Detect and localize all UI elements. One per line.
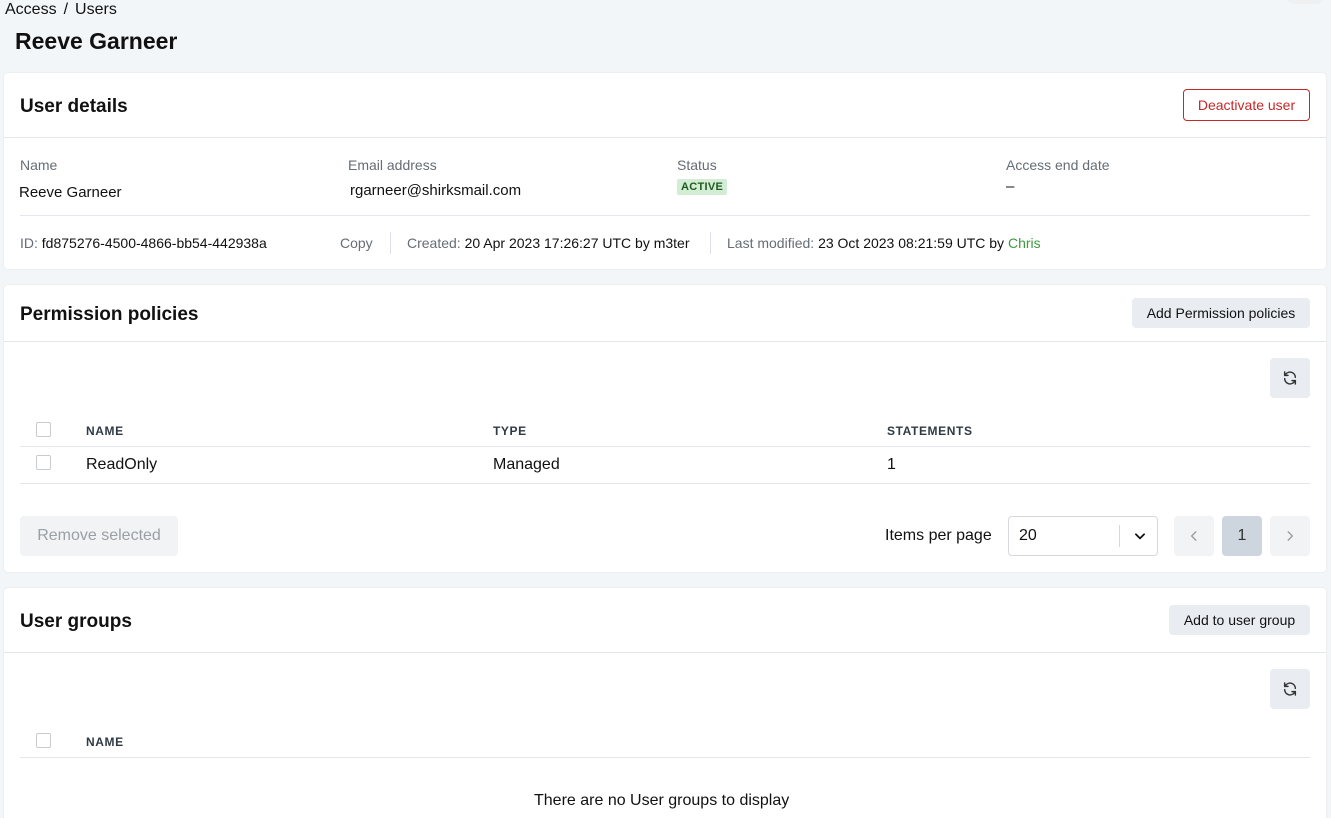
groups-header-divider xyxy=(20,757,1310,758)
modified-by-link[interactable]: Chris xyxy=(1008,235,1041,251)
previous-page-button[interactable] xyxy=(1174,516,1214,556)
policy-statements: 1 xyxy=(887,456,896,473)
policy-name-link[interactable]: ReadOnly xyxy=(86,456,157,474)
breadcrumb-current[interactable]: Users xyxy=(75,1,117,18)
meta-divider-1 xyxy=(390,232,391,254)
name-value: Reeve Garneer xyxy=(19,184,122,201)
user-id-value: fd875276-4500-4866-bb54-442938a xyxy=(41,235,267,251)
user-groups-card: User groups Add to user group NAME There… xyxy=(4,588,1326,818)
select-all-policies-checkbox[interactable] xyxy=(36,422,51,437)
current-page-button[interactable]: 1 xyxy=(1222,516,1262,556)
refresh-icon xyxy=(1283,371,1297,385)
chevron-left-icon xyxy=(1190,531,1197,541)
user-id: ID: fd875276-4500-4866-bb54-442938a xyxy=(20,235,267,251)
breadcrumb-separator: / xyxy=(63,1,69,18)
user-id-label: ID: xyxy=(20,235,38,251)
user-groups-header: User groups Add to user group xyxy=(4,588,1326,653)
access-end-date-value: – xyxy=(1006,178,1015,195)
top-corner-control xyxy=(1287,0,1323,4)
modified-label: Last modified: xyxy=(727,235,815,251)
items-per-page-label: Items per page xyxy=(885,527,992,544)
column-header-group-name[interactable]: NAME xyxy=(86,735,124,749)
items-per-page-select[interactable]: 20 xyxy=(1008,516,1158,556)
permission-policies-card: Permission policies Add Permission polic… xyxy=(4,285,1326,572)
user-details-header: User details Deactivate user xyxy=(4,73,1326,138)
user-details-card: User details Deactivate user Name Reeve … xyxy=(4,73,1326,269)
column-header-type[interactable]: TYPE xyxy=(493,424,527,438)
refresh-icon xyxy=(1283,682,1297,696)
user-groups-title: User groups xyxy=(20,611,132,632)
page-title: Reeve Garneer xyxy=(15,28,178,54)
deactivate-user-button[interactable]: Deactivate user xyxy=(1183,89,1310,121)
user-details-title: User details xyxy=(20,96,128,117)
permission-policies-header: Permission policies Add Permission polic… xyxy=(4,285,1326,342)
copy-id-button[interactable]: Copy xyxy=(340,235,373,251)
chevron-right-icon xyxy=(1287,531,1294,541)
policies-header-divider xyxy=(20,446,1310,447)
next-page-button[interactable] xyxy=(1270,516,1310,556)
access-end-date-label: Access end date xyxy=(1006,157,1110,173)
created-value: 20 Apr 2023 17:26:27 UTC by m3ter xyxy=(464,235,690,251)
breadcrumb: Access / Users xyxy=(5,1,117,19)
policies-row-divider xyxy=(20,483,1310,484)
column-header-name[interactable]: NAME xyxy=(86,424,124,438)
refresh-user-groups-button[interactable] xyxy=(1270,669,1310,709)
breadcrumb-access-link[interactable]: Access xyxy=(5,1,57,18)
modified-info: Last modified: 23 Oct 2023 08:21:59 UTC … xyxy=(727,235,1041,251)
email-label: Email address xyxy=(348,157,437,173)
chevron-down-icon xyxy=(1135,533,1145,540)
created-info: Created: 20 Apr 2023 17:26:27 UTC by m3t… xyxy=(407,235,690,251)
select-all-groups-checkbox[interactable] xyxy=(36,733,51,748)
status-label: Status xyxy=(677,157,717,173)
select-divider xyxy=(1119,525,1120,547)
meta-divider-2 xyxy=(710,232,711,254)
column-header-statements[interactable]: STATEMENTS xyxy=(887,424,973,438)
remove-selected-button[interactable]: Remove selected xyxy=(20,516,178,556)
policy-type: Managed xyxy=(493,456,560,473)
refresh-policies-button[interactable] xyxy=(1270,358,1310,398)
items-per-page-value: 20 xyxy=(1019,527,1037,544)
status-badge: ACTIVE xyxy=(677,179,728,195)
add-to-user-group-button[interactable]: Add to user group xyxy=(1169,605,1310,635)
empty-groups-message: There are no User groups to display xyxy=(534,792,790,809)
row-checkbox[interactable] xyxy=(36,455,51,470)
created-label: Created: xyxy=(407,235,461,251)
email-value: rgarneer@shirksmail.com xyxy=(350,182,522,199)
modified-value: 23 Oct 2023 08:21:59 UTC by xyxy=(818,235,1005,251)
permission-policies-title: Permission policies xyxy=(20,304,199,325)
details-divider xyxy=(20,215,1310,216)
add-permission-policies-button[interactable]: Add Permission policies xyxy=(1132,298,1310,328)
name-label: Name xyxy=(20,157,58,173)
